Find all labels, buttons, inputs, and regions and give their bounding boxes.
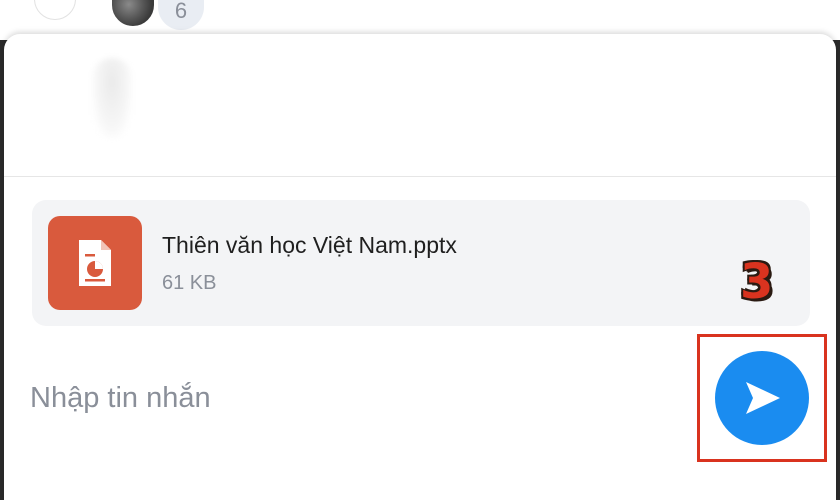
divider: [4, 176, 836, 177]
file-size: 61 KB: [162, 272, 217, 294]
attachment-card[interactable]: Thiên văn học Việt Nam.pptx 61 KB: [32, 200, 810, 326]
step-number-annotation: 3: [740, 254, 774, 310]
member-avatar-placeholder: [34, 0, 76, 20]
member-count: 6: [174, 0, 188, 23]
screen: 6 Thiên văn học Việt Nam.pptx 61 KB 3: [0, 0, 840, 500]
member-count-badge[interactable]: 6: [158, 0, 204, 30]
message-input[interactable]: [30, 376, 670, 420]
blurred-avatar: [92, 58, 132, 138]
avatar[interactable]: [110, 0, 156, 28]
document-chart-icon: [79, 240, 111, 286]
recipient-preview-area: [4, 34, 836, 176]
file-name: Thiên văn học Việt Nam.pptx: [162, 232, 457, 258]
powerpoint-file-icon: [48, 216, 142, 310]
send-icon: [746, 382, 780, 414]
send-button[interactable]: [715, 351, 809, 445]
share-sheet: Thiên văn học Việt Nam.pptx 61 KB 3: [4, 34, 836, 500]
